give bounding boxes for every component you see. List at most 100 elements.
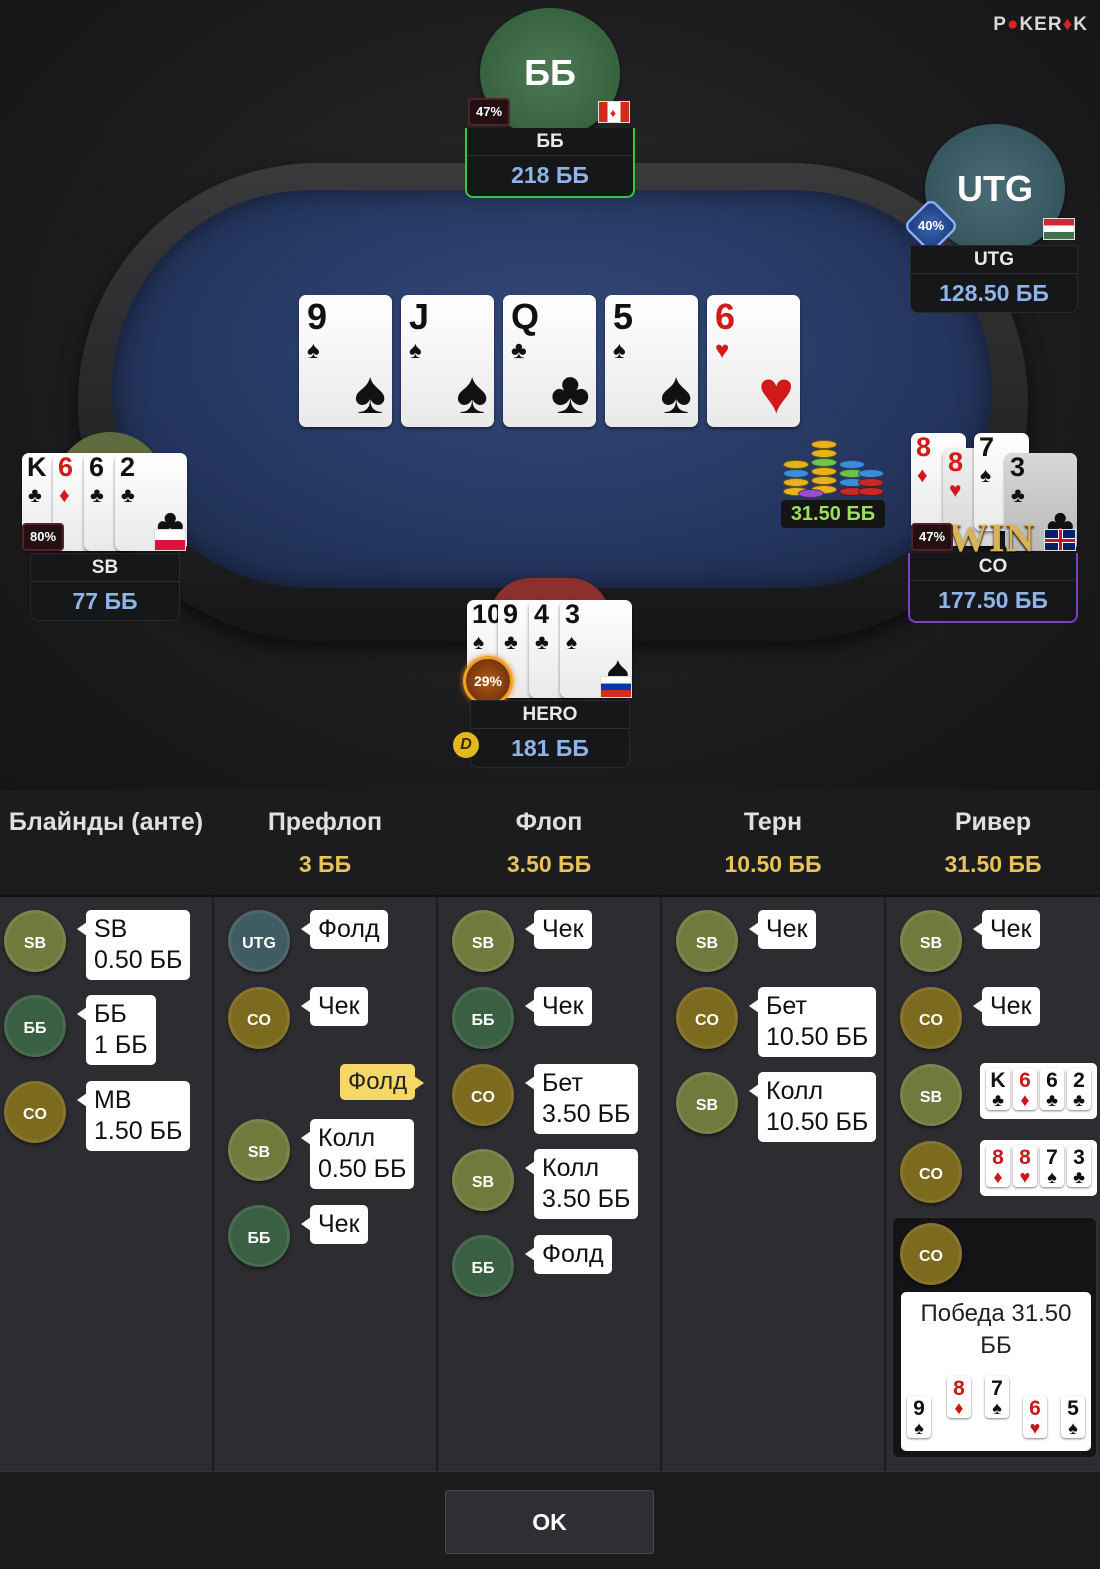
column-pot: 3.50 ББ (506, 851, 592, 877)
sb-position-chip: SB (676, 1072, 738, 1134)
sb-stack: 77 ББ (72, 588, 138, 614)
mini-card: 9 ♠ (907, 1396, 931, 1438)
action-bubble: Бет 10.50 ББ (748, 987, 877, 1057)
ok-button[interactable]: OK (445, 1490, 654, 1554)
column-header: Терн 10.50 ББ (662, 790, 884, 897)
mini-card: 5 ♠ (1061, 1396, 1085, 1438)
co-position-chip: CO (4, 1081, 66, 1143)
action-bubble: MB 1.50 ББ (76, 1081, 191, 1151)
column-header: Флоп 3.50 ББ (438, 790, 660, 897)
action-bubble: Бет 3.50 ББ (524, 1064, 639, 1134)
action-bubble: Чек (301, 1205, 368, 1244)
utg-equity-text: 40% (917, 218, 945, 233)
column-title: Терн (743, 808, 803, 836)
mini-card: K ♣ (986, 1068, 1010, 1110)
sb-position-chip: SB (228, 1119, 290, 1181)
hero-fold-bubble: Фолд (340, 1064, 425, 1100)
sb-position-chip: SB (4, 910, 66, 972)
co-position-chip: CO (900, 987, 962, 1049)
column-title: Блайнды (анте) (8, 808, 204, 836)
hero-namebox[interactable]: HERO 181 ББ (470, 700, 630, 768)
bb-name: ББ (467, 128, 633, 156)
column-pot: 31.50 ББ (944, 851, 1042, 877)
co-position-chip: CO (900, 1141, 962, 1203)
board-card: 6 ♥ ♥ (707, 295, 800, 427)
co-position-chip: CO (676, 987, 738, 1049)
mini-card: 6 ♦ (1013, 1068, 1037, 1110)
mini-card: 6 ♥ (1023, 1396, 1047, 1438)
column-title: Префлоп (267, 808, 383, 836)
sb-position-chip: SB (452, 1149, 514, 1211)
mini-card: 7 ♠ (1040, 1145, 1064, 1187)
action-bubble: Фолд (301, 910, 388, 949)
winner-panel: Победа 31.50 ББ 9 ♠ 8 ♦ 7 ♠ 6 ♥ 5 ♠ (901, 1292, 1091, 1451)
utg-position-chip: UTG (228, 910, 290, 972)
action-bubble: Колл 10.50 ББ (748, 1072, 877, 1142)
canada-flag-icon: ♦ (598, 101, 630, 123)
hungary-flag-icon (1043, 218, 1075, 240)
sb-equity-badge: 80% (22, 523, 64, 551)
utg-namebox[interactable]: UTG 128.50 ББ (910, 245, 1078, 313)
winner-box: CO Победа 31.50 ББ 9 ♠ 8 ♦ 7 ♠ 6 ♥ 5 ♠ (892, 1217, 1097, 1458)
hero-stack: 181 ББ (511, 735, 589, 761)
poker-table-area: P●KER♦K 9 ♠ ♠ J ♠ ♠ Q ♣ ♣ 5 ♠ ♠ 6 ♥ ♥ ББ 47% ♦ ББ … (0, 0, 1100, 790)
hero-equity-badge: 29% (463, 656, 513, 706)
co-position-chip: CO (900, 1223, 962, 1285)
bb-equity-badge: 47% (468, 98, 510, 126)
column-pot: 3 ББ (298, 851, 352, 877)
co-position-chip: CO (452, 1064, 514, 1126)
board-card: Q ♣ ♣ (503, 295, 596, 427)
co-equity-badge: 47% (911, 523, 953, 551)
board-card: 5 ♠ ♠ (605, 295, 698, 427)
footer-bar: OK (0, 1471, 1100, 1569)
action-bubble: Чек (525, 987, 592, 1026)
mini-card: 3 ♣ (1067, 1145, 1091, 1187)
community-cards: 9 ♠ ♠ J ♠ ♠ Q ♣ ♣ 5 ♠ ♠ 6 ♥ ♥ (299, 295, 800, 427)
bb-position-chip: ББ (4, 995, 66, 1057)
action-bubble: Колл 0.50 ББ (300, 1119, 415, 1189)
bb-position-chip: ББ (452, 987, 514, 1049)
sb-position-chip: SB (452, 910, 514, 972)
mini-card: 8 ♦ (947, 1376, 971, 1418)
bb-namebox[interactable]: ББ 218 ББ (465, 128, 635, 198)
mini-card: 8 ♥ (1013, 1145, 1037, 1187)
column-title: Ривер (954, 808, 1032, 836)
hero-name: HERO (471, 701, 629, 729)
mini-card: 7 ♠ (985, 1376, 1009, 1418)
mini-card: 8 ♦ (986, 1145, 1010, 1187)
board-card: 9 ♠ ♠ (299, 295, 392, 427)
pot-amount: 31.50 ББ (781, 500, 885, 528)
co-stack: 177.50 ББ (938, 587, 1048, 613)
winner-text: Победа 31.50 ББ (920, 1300, 1072, 1359)
action-bubble: Чек (973, 910, 1040, 949)
mini-card: 6 ♣ (1040, 1068, 1064, 1110)
sb-position-chip: SB (900, 910, 962, 972)
sb-name: SB (31, 554, 179, 582)
mini-card: 2 ♣ (1067, 1068, 1091, 1110)
column-title: Флоп (515, 808, 583, 836)
utg-stack: 128.50 ББ (939, 280, 1049, 306)
co-position-chip: CO (228, 987, 290, 1049)
bb-position-chip: ББ (228, 1205, 290, 1267)
column-pot: 10.50 ББ (724, 851, 822, 877)
sb-position-chip: SB (900, 1064, 962, 1126)
sb-namebox[interactable]: SB 77 ББ (30, 553, 180, 621)
action-bubble: ББ 1 ББ (77, 995, 156, 1065)
column-header: Ривер 31.50 ББ (886, 790, 1100, 897)
action-bubble: Фолд (525, 1235, 612, 1274)
column-header: Блайнды (анте) (0, 790, 212, 897)
action-bubble: Чек (525, 910, 592, 949)
co-namebox[interactable]: CO 177.50 ББ (908, 553, 1078, 623)
pokerok-logo: P●KER♦K (993, 14, 1088, 35)
bb-position-chip: ББ (452, 1235, 514, 1297)
poland-flag-icon (154, 529, 186, 551)
action-bubble: Чек (973, 987, 1040, 1026)
action-bubble: SB 0.50 ББ (76, 910, 191, 980)
bb-stack: 218 ББ (511, 162, 589, 188)
board-card: J ♠ ♠ (401, 295, 494, 427)
russia-flag-icon (600, 676, 632, 698)
column-header: Префлоп 3 ББ (214, 790, 436, 897)
sb-position-chip: SB (676, 910, 738, 972)
action-bubble: Чек (301, 987, 368, 1026)
action-bubble: Чек (749, 910, 816, 949)
